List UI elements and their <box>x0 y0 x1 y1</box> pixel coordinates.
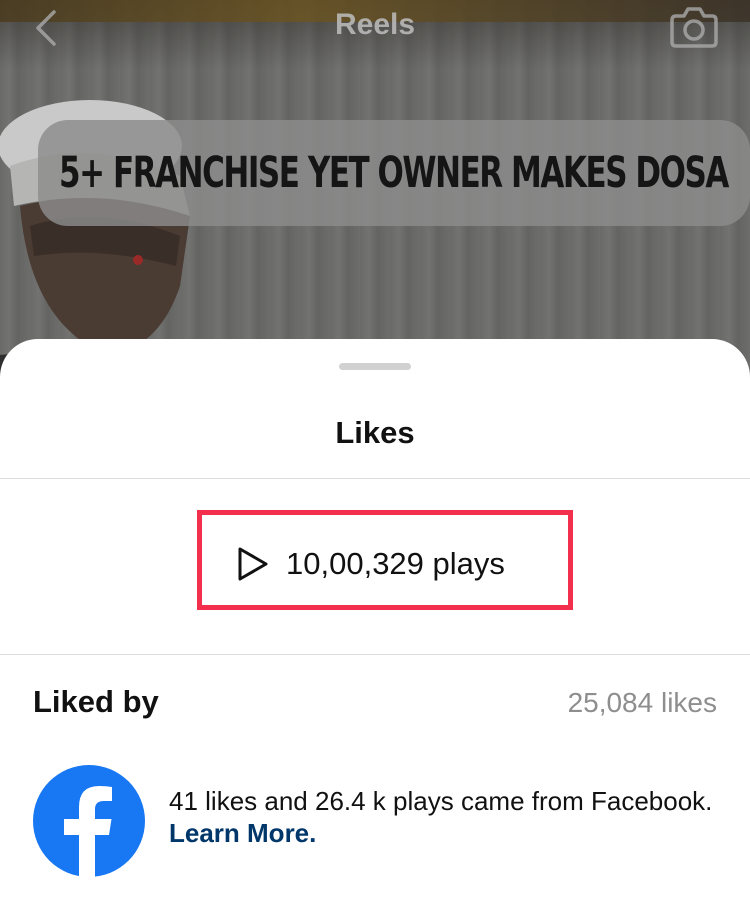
title-divider <box>0 478 750 479</box>
facebook-logo-icon <box>33 765 145 877</box>
plays-divider <box>0 654 750 655</box>
reels-screen: Reels 5+ FRANCHISE YET OWNER MAKES DOSA … <box>0 0 750 901</box>
plays-count: 10,00,329 plays <box>286 546 505 581</box>
reel-video[interactable]: Reels 5+ FRANCHISE YET OWNER MAKES DOSA <box>0 0 750 396</box>
play-icon <box>238 547 268 581</box>
top-bar: Reels <box>0 0 750 56</box>
camera-icon <box>670 7 718 48</box>
likes-sheet: Likes 10,00,329 plays Liked by 25,084 li… <box>0 339 750 901</box>
learn-more-link[interactable]: Learn More. <box>169 818 316 848</box>
video-caption-text: 5+ FRANCHISE YET OWNER MAKES DOSA <box>58 148 729 198</box>
video-caption: 5+ FRANCHISE YET OWNER MAKES DOSA <box>38 120 750 226</box>
facebook-info-text: 41 likes and 26.4 k plays came from Face… <box>169 785 729 849</box>
plays-row: 10,00,329 plays <box>236 545 505 583</box>
sheet-grabber[interactable] <box>339 363 411 370</box>
liked-by-heading: Liked by <box>33 684 159 719</box>
camera-button[interactable] <box>668 2 720 50</box>
facebook-info-body: 41 likes and 26.4 k plays came from Face… <box>169 786 713 816</box>
sheet-title: Likes <box>335 415 415 450</box>
page-title: Reels <box>334 8 416 41</box>
plays-highlight-box: 10,00,329 plays <box>197 510 573 610</box>
likes-count: 25,084 likes <box>567 687 717 718</box>
